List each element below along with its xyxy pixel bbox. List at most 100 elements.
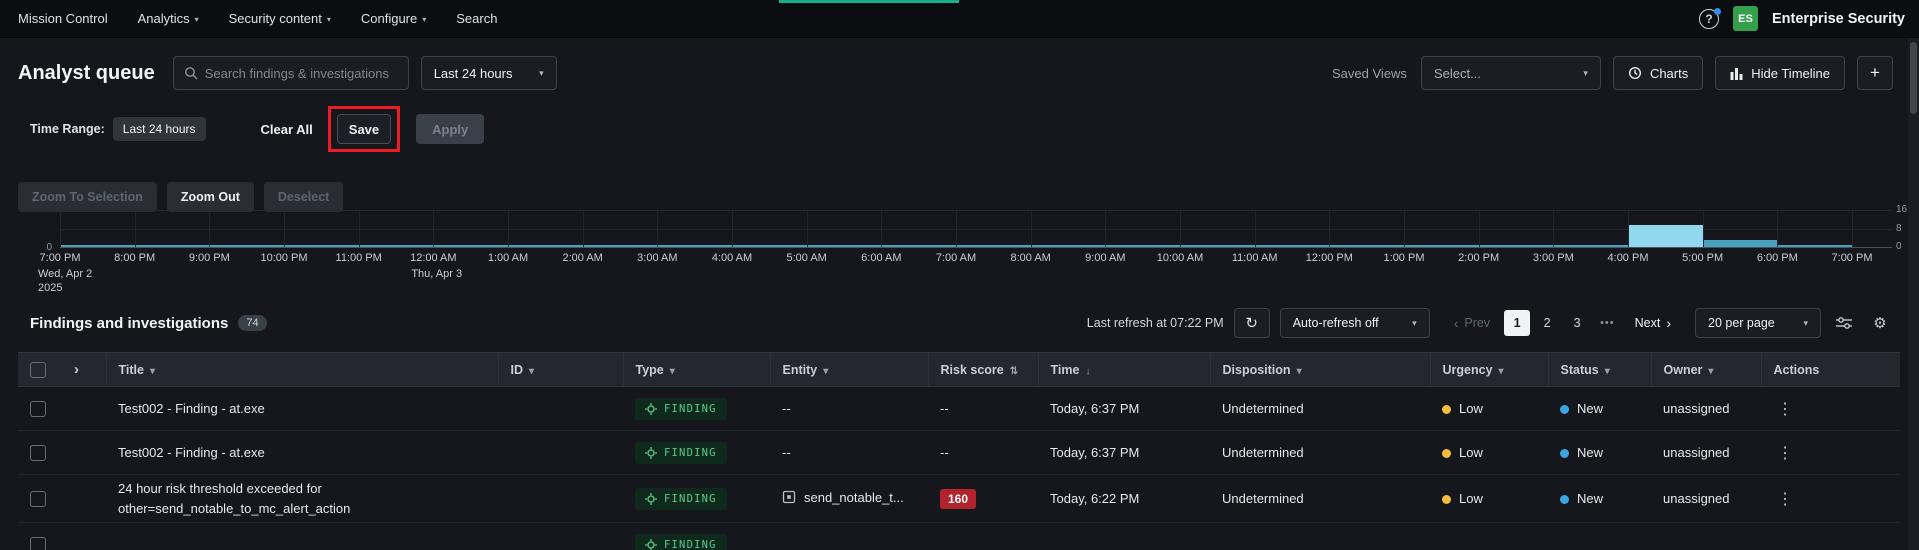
nav-configure[interactable]: Configure ▾	[361, 11, 426, 26]
x-tick-label: 12:00 PM	[1305, 252, 1353, 264]
timeline-bar[interactable]	[807, 244, 882, 247]
pagination-ellipsis[interactable]: •••	[1600, 317, 1615, 329]
finding-target-icon	[645, 492, 657, 505]
x-tick-label: 1:00 PM	[1383, 252, 1425, 264]
timeline-bar[interactable]	[359, 244, 434, 247]
add-button[interactable]: +	[1857, 56, 1893, 90]
row-checkbox[interactable]	[30, 444, 46, 461]
search-box[interactable]	[172, 56, 409, 90]
search-input[interactable]	[204, 65, 398, 81]
timeline-bar[interactable]	[1106, 244, 1180, 247]
timeline-bar[interactable]	[957, 244, 1031, 247]
timeline-bar[interactable]	[1629, 224, 1703, 247]
notification-dot	[1714, 7, 1722, 15]
timeline-bar[interactable]	[285, 244, 359, 247]
timeline-bar[interactable]	[1703, 240, 1778, 247]
row-actions-menu[interactable]: ⋮	[1773, 491, 1797, 508]
sort-desc-icon: ↓	[1085, 365, 1091, 377]
table-row[interactable]: FINDING	[18, 522, 1900, 550]
page-button-2[interactable]: 2	[1534, 310, 1560, 336]
disposition-value: Undetermined	[1222, 445, 1304, 460]
refresh-button[interactable]: ↻	[1233, 308, 1270, 338]
deselect-button[interactable]: Deselect	[263, 182, 344, 212]
x-tick-label: 10:00 AM	[1156, 252, 1204, 264]
apply-button[interactable]: Apply	[416, 114, 485, 144]
time-range-chip[interactable]: Last 24 hours	[112, 117, 206, 141]
time-range-dropdown[interactable]: Last 24 hours ▾	[420, 56, 557, 90]
timeline-bar[interactable]	[434, 244, 508, 247]
timeline-bar[interactable]	[61, 244, 135, 247]
next-page-button[interactable]: Next ›	[1635, 315, 1671, 331]
column-header-type[interactable]: Type ▾	[622, 352, 770, 387]
page-button-3[interactable]: 3	[1564, 310, 1590, 336]
zoom-to-selection-button[interactable]: Zoom To Selection	[18, 182, 157, 212]
select-all-checkbox[interactable]	[30, 361, 46, 378]
zoom-out-button[interactable]: Zoom Out	[166, 182, 254, 212]
row-actions-menu[interactable]: ⋮	[1773, 401, 1797, 418]
column-header-title[interactable]: Title ▾	[105, 352, 498, 387]
page-button-1[interactable]: 1	[1504, 310, 1531, 336]
column-header-entity[interactable]: Entity ▾	[769, 352, 928, 387]
row-checkbox[interactable]	[30, 536, 46, 550]
column-settings-button[interactable]	[1831, 309, 1857, 337]
auto-refresh-dropdown[interactable]: Auto-refresh off ▾	[1279, 308, 1430, 338]
column-header-disposition[interactable]: Disposition ▾	[1209, 352, 1430, 387]
nav-search[interactable]: Search	[456, 11, 497, 26]
charts-button[interactable]: Charts	[1612, 56, 1704, 90]
vertical-gridline	[1180, 211, 1181, 247]
per-page-dropdown[interactable]: 20 per page ▾	[1695, 308, 1821, 338]
findings-section-title: Findings and investigations	[30, 314, 229, 332]
scrollbar-thumb[interactable]	[1910, 42, 1917, 114]
timeline-bar[interactable]	[658, 244, 732, 247]
timeline-bar[interactable]	[733, 244, 807, 247]
column-header-risk-score[interactable]: Risk score ⇅	[927, 352, 1038, 387]
x-tick-label: 3:00 AM	[637, 252, 678, 264]
table-settings-button[interactable]: ⚙	[1867, 309, 1893, 337]
timeline-bar[interactable]	[1031, 244, 1106, 247]
finding-title[interactable]: Test002 - Finding - at.exe	[118, 401, 265, 416]
product-name: Enterprise Security	[1772, 10, 1905, 27]
last-refresh-label: Last refresh at 07:22 PM	[1086, 316, 1224, 330]
column-header-id[interactable]: ID ▾	[497, 352, 623, 387]
prev-page-button[interactable]: ‹ Prev	[1454, 315, 1490, 331]
timeline-bar[interactable]	[135, 244, 210, 247]
nav-mission-control[interactable]: Mission Control	[18, 11, 108, 26]
timeline-plot-area[interactable]	[60, 210, 1892, 248]
timeline-bar[interactable]	[1554, 244, 1628, 247]
save-button[interactable]: Save	[336, 114, 392, 144]
hide-timeline-button[interactable]: Hide Timeline	[1715, 56, 1845, 90]
entity-value[interactable]: send_notable_t...	[804, 490, 904, 505]
row-actions-menu[interactable]: ⋮	[1773, 445, 1797, 462]
nav-security-content[interactable]: Security content ▾	[229, 11, 331, 26]
x-tick-label: 9:00 PM	[188, 252, 230, 264]
timeline-bar[interactable]	[210, 244, 284, 247]
row-checkbox[interactable]	[30, 490, 46, 507]
timeline-bar[interactable]	[1255, 244, 1330, 247]
timeline-bar[interactable]	[1181, 244, 1255, 247]
nav-analytics[interactable]: Analytics ▾	[138, 11, 199, 26]
column-header-urgency[interactable]: Urgency ▾	[1429, 352, 1548, 387]
table-row[interactable]: 24 hour risk threshold exceeded for othe…	[18, 474, 1900, 523]
table-row[interactable]: Test002 - Finding - at.exe FINDING -- --…	[18, 386, 1900, 431]
timeline-bar[interactable]	[1330, 244, 1404, 247]
x-tick-label: 7:00 PM	[39, 252, 81, 264]
timeline-bar[interactable]	[509, 244, 583, 247]
saved-views-label: Saved Views	[1332, 65, 1407, 81]
finding-title[interactable]: 24 hour risk threshold exceeded for othe…	[118, 481, 350, 516]
timeline-bar[interactable]	[882, 244, 956, 247]
clear-all-button[interactable]: Clear All	[261, 122, 313, 137]
vertical-scrollbar[interactable]	[1908, 38, 1919, 550]
expand-all-chevron[interactable]: ›	[74, 361, 79, 378]
timeline-bar[interactable]	[583, 244, 658, 247]
saved-views-select[interactable]: Select... ▾	[1420, 56, 1601, 90]
timeline-bar[interactable]	[1778, 244, 1852, 247]
table-row[interactable]: Test002 - Finding - at.exe FINDING -- --…	[18, 430, 1900, 475]
timeline-bar[interactable]	[1405, 244, 1479, 247]
column-header-time[interactable]: Time ↓	[1037, 352, 1210, 387]
column-header-owner[interactable]: Owner ▾	[1650, 352, 1761, 387]
help-icon[interactable]: ?	[1699, 7, 1722, 29]
row-checkbox[interactable]	[30, 400, 46, 417]
timeline-bar[interactable]	[1479, 244, 1554, 247]
finding-title[interactable]: Test002 - Finding - at.exe	[118, 445, 265, 460]
column-header-status[interactable]: Status ▾	[1547, 352, 1651, 387]
